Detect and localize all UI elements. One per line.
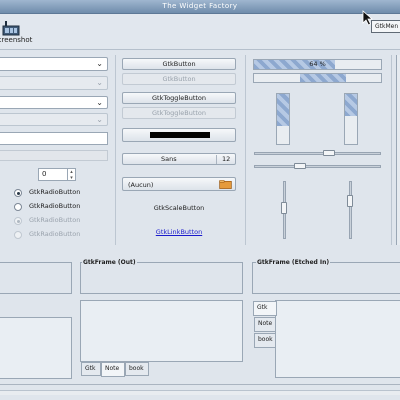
vertical-activity-bar [344, 93, 358, 145]
horizontal-scrollbar[interactable] [0, 390, 400, 395]
folder-icon [219, 180, 232, 189]
frame-etched-label: GtkFrame (Etched In) [256, 259, 331, 266]
font-separator [216, 155, 217, 164]
radio-button-label: GtkRadioButton [29, 202, 81, 210]
text-entry-disabled [0, 150, 108, 161]
notebook-side-tab-note[interactable]: Note [254, 317, 276, 332]
frame-out-label: GtkFrame (Out) [82, 259, 137, 266]
toggle-button-disabled: GtkToggleButton [122, 107, 236, 119]
radio-button[interactable] [14, 189, 22, 197]
toggle-button[interactable]: GtkToggleButton [122, 92, 236, 104]
file-chooser-button[interactable]: (Aucun) [122, 177, 236, 191]
radio-button [14, 231, 22, 239]
combo-box-disabled: ⌄ [0, 113, 108, 126]
scale-button[interactable]: GtkScaleButton [122, 204, 236, 212]
progress-text: 64 % [309, 60, 326, 68]
vertical-progress-bar [276, 93, 290, 145]
screenshot-button[interactable]: screenshot [0, 16, 38, 50]
column-separator [245, 55, 246, 245]
spin-value: 0 [42, 170, 47, 178]
tooltip: GtkMen [371, 20, 400, 33]
link-button[interactable]: GtkLinkButton [122, 228, 236, 236]
chevron-down-icon[interactable]: ⌄ [96, 59, 103, 68]
hscale-trough[interactable] [254, 152, 381, 155]
font-size: 12 [222, 155, 231, 163]
spin-down-button[interactable]: ▾ [67, 175, 75, 181]
activity-block [300, 74, 346, 82]
font-name: Sans [161, 155, 177, 163]
frame-in [0, 262, 72, 294]
frame-etched-in [252, 262, 400, 294]
radio-button-label: GtkRadioButton [29, 230, 81, 238]
combo-box[interactable]: ⌄ [0, 96, 108, 109]
column-separator [391, 55, 392, 245]
right-panel-edge [396, 55, 400, 245]
chevron-down-icon: ⌄ [96, 78, 103, 87]
notebook-bottom-tabs-page [80, 300, 243, 362]
radio-button[interactable] [14, 203, 22, 211]
font-button[interactable]: Sans 12 [122, 153, 236, 165]
radio-button [14, 217, 22, 225]
activity-bar [253, 73, 382, 83]
notebook-bottom-tab-note[interactable]: Note [101, 362, 125, 377]
spin-button[interactable]: 0 ▴ ▾ [38, 168, 76, 181]
frame-out [80, 262, 243, 294]
notebook-bottom-tab-book[interactable]: book [125, 362, 149, 376]
vscale-trough[interactable] [349, 181, 352, 239]
hscale-trough[interactable] [254, 165, 381, 168]
combo-box-entry[interactable]: ⌄ [0, 57, 108, 71]
notebook-left-page [0, 317, 72, 379]
chevron-down-icon[interactable]: ⌄ [96, 98, 103, 107]
toolbar [0, 14, 400, 50]
window-title: The Widget Factory [162, 2, 238, 10]
vertical-progress-fill [277, 94, 289, 126]
radio-button-label: GtkRadioButton [29, 188, 81, 196]
screenshot-icon [2, 21, 20, 36]
notebook-side-tab-book[interactable]: book [254, 333, 276, 348]
hscale-slider[interactable] [323, 150, 335, 156]
file-chooser-label: (Aucun) [128, 181, 154, 189]
progress-bar: 64 % [253, 59, 382, 70]
text-entry[interactable] [0, 132, 108, 145]
hscale-slider[interactable] [294, 163, 306, 169]
radio-button-label: GtkRadioButton [29, 216, 81, 224]
bottom-separator [0, 384, 400, 385]
color-button[interactable] [122, 128, 236, 142]
screenshot-label: screenshot [0, 36, 33, 44]
column-separator [115, 55, 116, 245]
notebook-bottom-tab-gtk[interactable]: Gtk [81, 362, 101, 376]
notebook-side-tabs-page [275, 300, 400, 378]
vscale-slider[interactable] [347, 195, 353, 207]
notebook-side-tab-gtk[interactable]: Gtk [253, 301, 277, 316]
combo-box-entry-disabled: ⌄ [0, 76, 108, 90]
color-swatch [150, 132, 210, 138]
chevron-down-icon: ⌄ [96, 115, 103, 124]
vscale-slider[interactable] [281, 202, 287, 214]
vertical-activity-block [345, 94, 357, 116]
gtk-button-disabled: GtkButton [122, 73, 236, 85]
gtk-button[interactable]: GtkButton [122, 58, 236, 70]
